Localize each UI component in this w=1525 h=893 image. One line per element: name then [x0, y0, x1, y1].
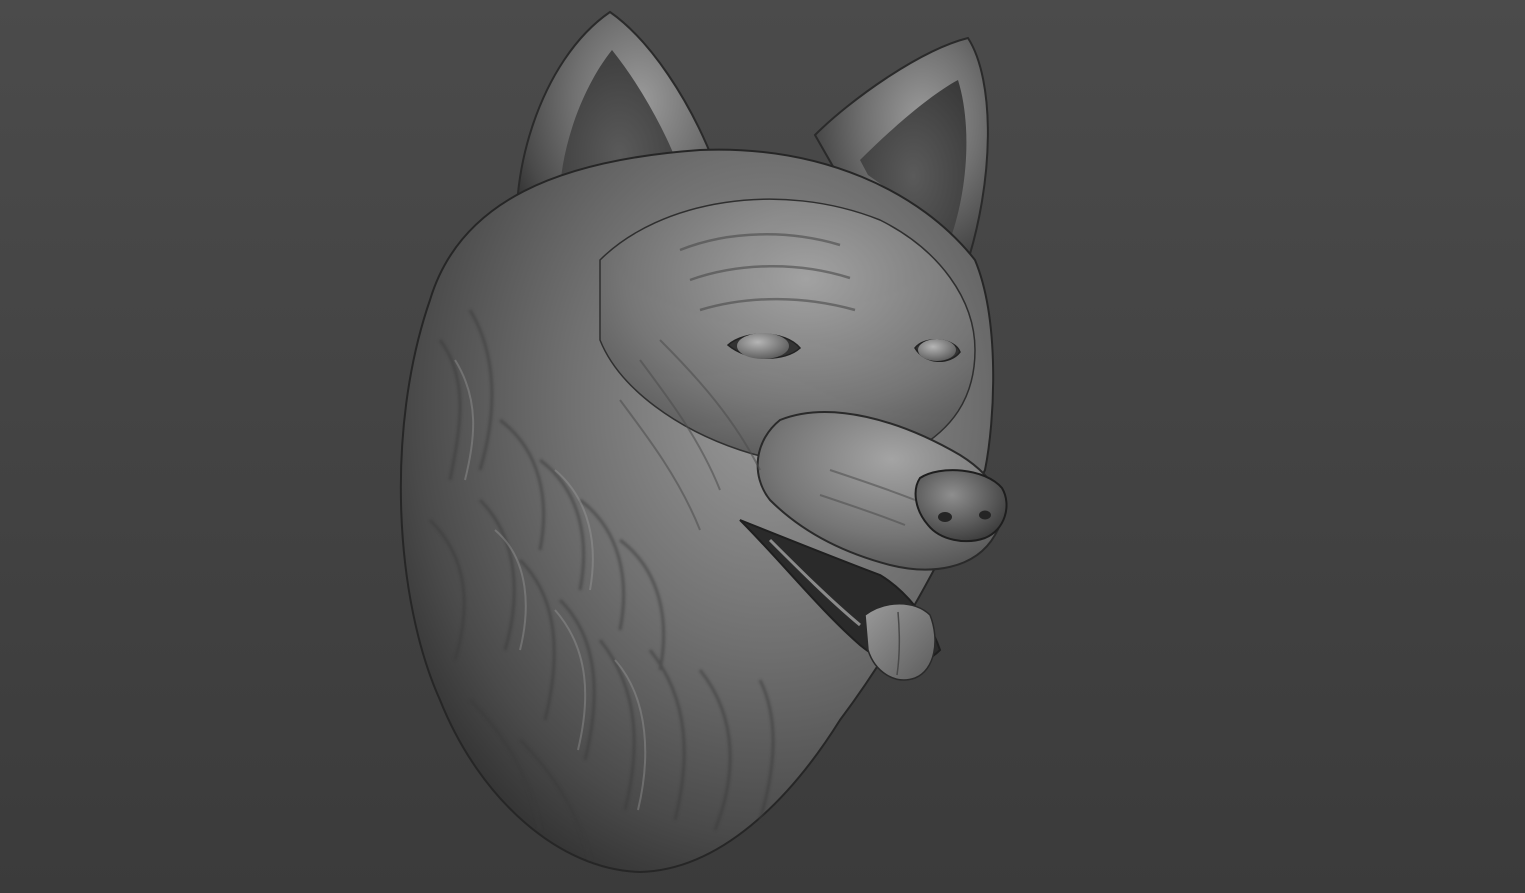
3d-viewport[interactable] — [0, 0, 1525, 893]
nostril-right — [979, 510, 991, 520]
eye-left — [737, 333, 789, 359]
sculpt-render — [0, 0, 1525, 893]
nostril-left — [938, 512, 952, 522]
eye-right — [918, 339, 956, 361]
